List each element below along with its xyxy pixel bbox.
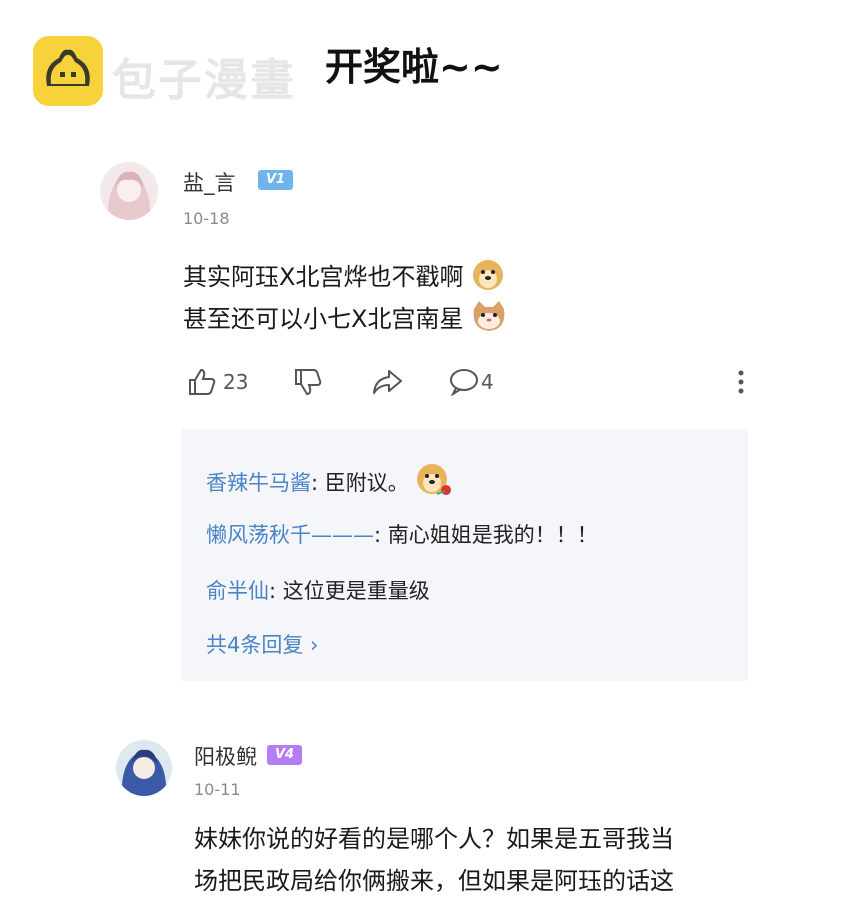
- reply-item[interactable]: 俞半仙: 这位更是重量级: [206, 575, 430, 605]
- reply-text: : 这位更是重量级: [269, 579, 430, 603]
- reply-author[interactable]: 懒风荡秋千———: [206, 523, 374, 547]
- comment-line: 妹妹你说的好看的是哪个人？如果是五哥我当: [194, 825, 674, 853]
- reply-item[interactable]: 懒风荡秋千———: 南心姐姐是我的！！！: [206, 519, 598, 549]
- reply-text: : 南心姐姐是我的！！！: [374, 523, 598, 547]
- app-logo: [33, 36, 103, 106]
- reply-text: : 臣附议。: [311, 471, 409, 495]
- level-badge: V1: [258, 170, 294, 190]
- view-all-replies-link[interactable]: 共4条回复 ›: [206, 629, 318, 659]
- reply-author[interactable]: 俞半仙: [206, 579, 269, 603]
- comment-line: 场把民政局给你俩搬来，但如果是阿珏的话这: [194, 867, 674, 895]
- cat-emoji-icon: [471, 299, 507, 333]
- page-title: 开奖啦~~: [325, 45, 503, 89]
- doge-emoji-icon: [471, 257, 505, 291]
- thumbs-up-icon: [187, 367, 217, 397]
- comment-text: 妹妹你说的好看的是哪个人？如果是五哥我当 场把民政局给你俩搬来，但如果是阿珏的话…: [194, 818, 674, 902]
- reply-author[interactable]: 香辣牛马酱: [206, 471, 311, 495]
- avatar[interactable]: [116, 740, 172, 796]
- watermark-logo-text: 包子漫畫: [112, 55, 296, 106]
- more-options-icon[interactable]: [737, 368, 745, 396]
- comment-text: 其实阿珏X北宫烨也不戳啊 甚至还可以小七X北宫南星: [183, 256, 507, 340]
- reply-count: 4: [481, 370, 494, 394]
- reply-count-button[interactable]: 4: [449, 368, 494, 397]
- comment-bubble-icon: [449, 368, 479, 397]
- share-arrow-icon: [371, 368, 403, 396]
- reply-item[interactable]: 香辣牛马酱: 臣附议。: [206, 462, 453, 498]
- thumbs-down-icon: [293, 367, 323, 397]
- like-count: 23: [223, 370, 249, 394]
- level-badge: V4: [267, 745, 303, 765]
- dislike-button[interactable]: [293, 367, 323, 397]
- comment-username[interactable]: 阳极鲵: [194, 741, 257, 771]
- comment-line: 其实阿珏X北宫烨也不戳啊: [183, 256, 507, 298]
- comment-line: 甚至还可以小七X北宫南星: [183, 298, 507, 340]
- avatar[interactable]: [100, 162, 158, 220]
- comment-username[interactable]: 盐_言: [183, 167, 236, 197]
- share-button[interactable]: [371, 368, 403, 396]
- doge-rose-emoji-icon: [415, 462, 453, 498]
- comment-date: 10-18: [183, 209, 230, 228]
- comment-date: 10-11: [194, 780, 241, 799]
- like-button[interactable]: 23: [187, 367, 248, 397]
